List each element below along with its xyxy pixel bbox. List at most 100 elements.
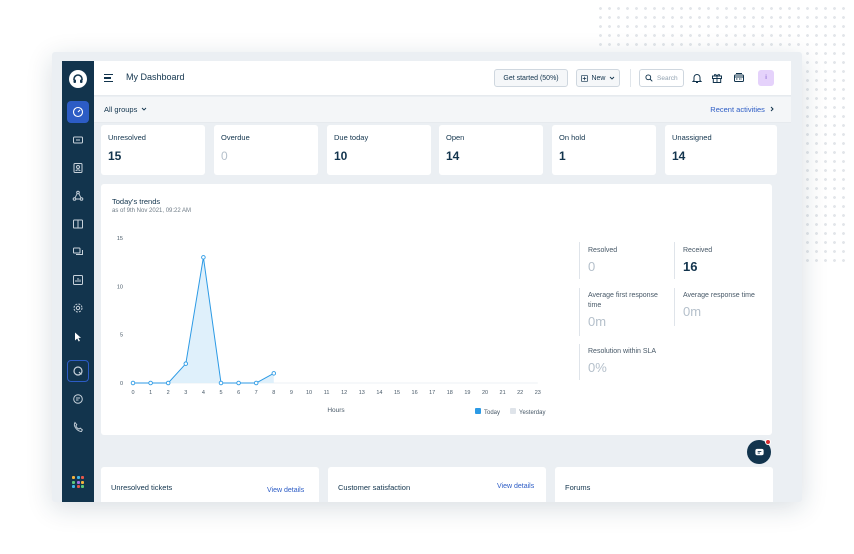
chat-widget-button[interactable] [747,439,771,464]
metric-divider [579,344,580,380]
solutions-book-icon[interactable] [67,213,89,235]
todays-trends-card: Today's trends as of 9th Nov 2021, 09:22… [101,184,772,435]
metric-resolved: Resolved 0 [588,246,617,274]
hamburger-menu-icon[interactable] [104,74,113,83]
admin-gear-icon[interactable] [67,297,89,319]
group-filter-dropdown[interactable]: All groups [104,105,147,114]
today-point [148,380,153,386]
chevron-right-icon [770,106,774,112]
search-input[interactable]: Search [639,69,684,87]
freddy-chat-icon[interactable] [67,360,89,382]
forums-card: Forums [555,467,773,502]
stat-value: 15 [108,149,122,163]
stat-value: 0 [221,149,228,163]
new-button-label: New [591,74,606,82]
stat-label: Unresolved [108,133,146,142]
today-point [183,361,189,366]
metric-divider [674,288,675,326]
app-window: My Dashboard Get started (50%) New Searc… [52,52,802,502]
view-details-link[interactable]: View details [497,483,534,490]
gift-icon[interactable] [710,71,724,85]
legend-label: Today [484,410,500,416]
new-plus-icon [581,74,589,82]
dashboard-icon[interactable] [67,101,89,123]
view-details-link[interactable]: View details [267,487,304,494]
metric-label: Received [683,247,713,254]
stat-label: Open [446,133,465,142]
filter-bar: All groups Recent activities [94,97,791,123]
customer-satisfaction-card: Customer satisfaction View details [328,467,546,502]
metric-resolution-sla: Resolution within SLA 0% [588,347,678,375]
x-tick-label: 10 [306,390,312,396]
y-tick-label: 5 [120,333,123,339]
chat-bubble-icon [754,448,764,455]
x-tick-label: 7 [255,390,258,396]
y-tick-label: 15 [117,236,123,242]
x-tick-label: 19 [464,390,470,396]
x-tick-label: 6 [237,390,240,396]
metric-divider [579,288,580,336]
sidebar [62,61,94,502]
discussions-icon[interactable] [67,241,89,263]
x-tick-label: 9 [290,390,293,396]
metric-divider [579,242,580,279]
brand-logo-icon[interactable] [69,70,87,88]
contacts-icon[interactable] [67,157,89,179]
get-started-button[interactable]: Get started (50%) [494,69,568,87]
metric-value: 0m [683,304,702,319]
cursor-icon [67,326,89,348]
x-tick-label: 11 [324,390,330,396]
apps-marketplace-icon[interactable] [732,71,746,85]
messages-icon[interactable] [67,388,89,410]
metric-received: Received 16 [683,246,712,274]
x-tick-label: 21 [500,390,506,396]
metric-value: 0m [588,314,607,329]
x-tick-label: 3 [184,390,187,396]
stat-card-due-today[interactable]: Due today 10 [327,125,431,175]
x-tick-label: 18 [447,390,453,396]
stat-label: On hold [559,133,586,142]
x-tick-label: 2 [167,390,170,396]
x-tick-label: 23 [535,390,541,396]
bell-icon[interactable] [690,71,704,85]
metric-value: 0% [588,360,607,375]
chevron-down-icon [609,76,614,80]
metric-divider [674,242,675,279]
today-point [253,380,259,386]
x-tick-label: 14 [376,390,382,396]
reports-icon[interactable] [67,269,89,291]
card-title: Forums [565,483,591,492]
stat-card-overdue[interactable]: Overdue 0 [214,125,318,175]
x-tick-label: 12 [341,390,347,396]
x-tick-label: 22 [517,390,523,396]
legend-label: Yesterday [519,410,545,416]
stat-card-open[interactable]: Open 14 [439,125,543,175]
tickets-icon[interactable] [67,129,89,151]
x-tick-label: 15 [394,390,400,396]
stat-card-unresolved[interactable]: Unresolved 15 [101,125,205,175]
metric-label: Average first response time [588,292,658,309]
metric-label: Average response time [683,292,755,299]
top-bar: My Dashboard Get started (50%) New Searc… [94,61,791,96]
recent-activities-link[interactable]: Recent activities [710,105,775,114]
today-point [271,371,277,376]
stat-card-on-hold[interactable]: On hold 1 [552,125,656,175]
x-tick-label: 0 [131,390,134,396]
metric-avg-first-response: Average first response time 0m [588,291,668,329]
stat-label: Unassigned [672,133,712,142]
phone-icon[interactable] [67,416,89,438]
toolbar-divider [630,69,631,87]
recent-activities-label: Recent activities [710,105,765,114]
stat-value: 1 [559,149,566,163]
stat-value: 14 [446,149,460,163]
x-tick-label: 4 [202,390,205,396]
today-point [165,380,171,386]
stat-card-unassigned[interactable]: Unassigned 14 [665,125,777,175]
apps-grid-icon[interactable] [72,476,84,488]
search-placeholder: Search [657,74,678,82]
new-button[interactable]: New [576,69,620,87]
metric-label: Resolved [588,247,618,254]
social-icon[interactable] [67,185,89,207]
stat-label: Due today [334,133,369,142]
avatar[interactable]: i [758,70,774,86]
